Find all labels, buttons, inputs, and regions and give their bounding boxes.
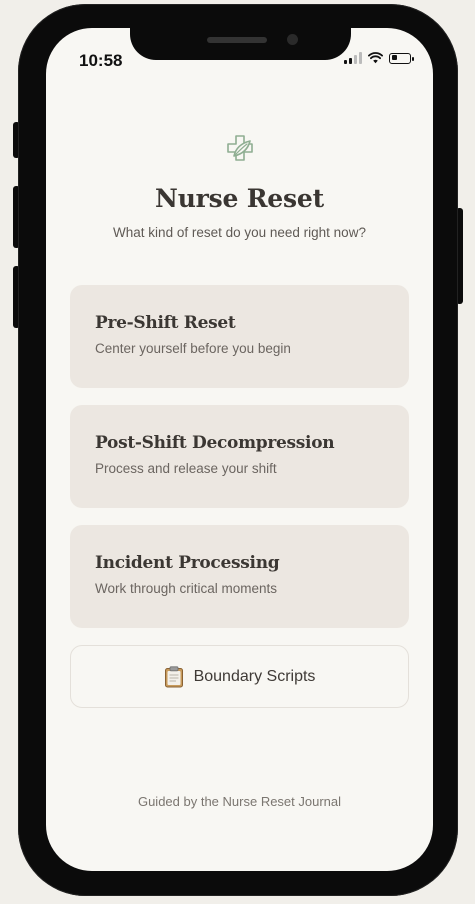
phone-screen: 10:58 Nurse Reset What kind of reset do …	[46, 28, 433, 871]
status-time: 10:58	[79, 51, 123, 70]
app-subtitle: What kind of reset do you need right now…	[113, 225, 366, 240]
notch	[130, 28, 351, 60]
card-description: Work through critical moments	[95, 581, 278, 596]
app-title: Nurse Reset	[155, 184, 324, 213]
stage: 10:58 Nurse Reset What kind of reset do …	[0, 0, 475, 904]
card-description: Process and release your shift	[95, 461, 277, 476]
wifi-icon	[368, 52, 383, 64]
pre-shift-reset-card[interactable]: Pre-Shift Reset Center yourself before y…	[70, 285, 409, 388]
battery-level	[391, 55, 398, 60]
boundary-scripts-button[interactable]: Boundary Scripts	[70, 645, 409, 708]
card-title: Incident Processing	[95, 553, 280, 573]
clipboard-icon	[164, 665, 183, 687]
card-title: Post-Shift Decompression	[95, 433, 335, 453]
leaf-cross-icon	[227, 135, 253, 161]
battery-icon	[389, 52, 414, 64]
front-camera	[287, 34, 298, 45]
incident-processing-card[interactable]: Incident Processing Work through critica…	[70, 525, 409, 628]
cellular-signal-icon	[344, 52, 362, 64]
card-title: Pre-Shift Reset	[95, 313, 236, 333]
card-description: Center yourself before you begin	[95, 341, 291, 356]
speaker-grille	[207, 37, 267, 43]
footer-credit: Guided by the Nurse Reset Journal	[137, 794, 342, 809]
boundary-scripts-label: Boundary Scripts	[193, 667, 316, 685]
status-icons	[344, 52, 414, 64]
post-shift-decompression-card[interactable]: Post-Shift Decompression Process and rel…	[70, 405, 409, 508]
